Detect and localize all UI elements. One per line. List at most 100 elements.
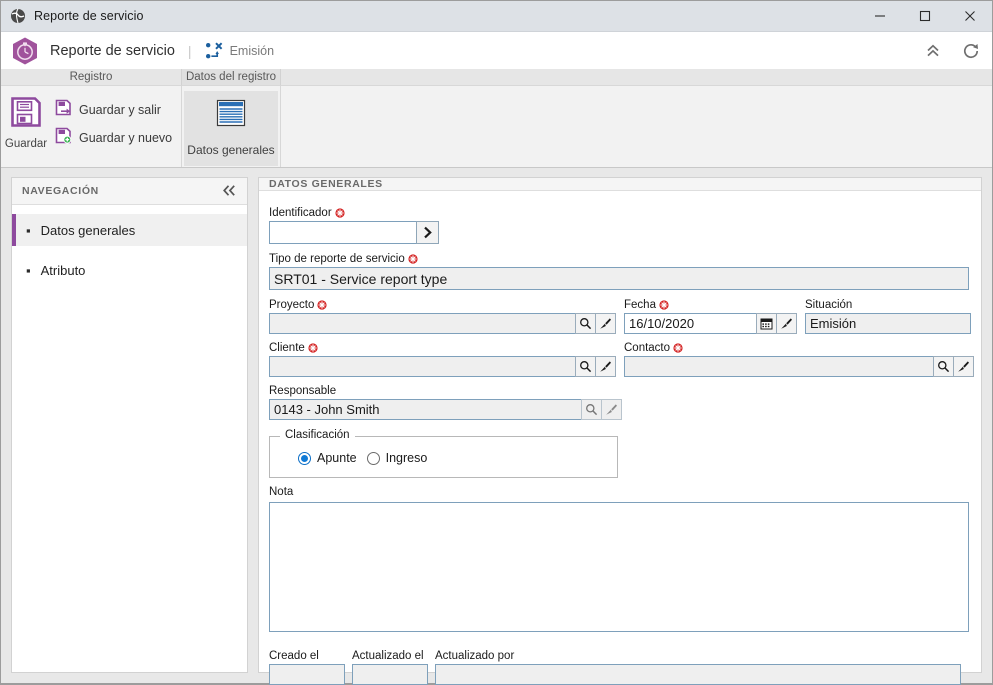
sidebar-item-atributo[interactable]: ▪ Atributo [12,254,247,286]
save-exit-icon [55,99,72,121]
chevrons-left-icon[interactable] [222,184,237,199]
save-new-icon [55,127,72,149]
save-and-new-button[interactable]: Guardar y nuevo [51,126,176,150]
radio-apunte-label: Apunte [317,451,357,465]
ribbon-group-datos-del-registro: Datos del registro Datos generales [182,69,281,167]
clasificacion-radios: Apunte Ingreso [280,451,607,465]
ribbon-toolbar: Registro Guardar Guardar y salir Guardar… [1,69,992,168]
clasificacion-caption: Clasificación [280,429,355,441]
field-nota: Nota [269,486,969,632]
responsable-label: Responsable [269,385,337,397]
actualizado-por-label: Actualizado por [435,650,515,662]
responsable-input[interactable]: 0143 - John Smith [269,399,582,420]
proyecto-search-button[interactable] [575,313,596,334]
cliente-label: Cliente [269,342,305,354]
nota-label-row: Nota [269,486,969,498]
header-separator: | [187,42,192,59]
actualizado-el-input [352,664,428,685]
contacto-clear-button[interactable] [953,356,974,377]
identificador-label: Identificador [269,207,332,219]
cliente-input[interactable] [269,356,576,377]
window-body: NAVEGACIÓN ▪ Datos generales ▪ Atributo [1,168,992,685]
field-actualizado-el: Actualizado el [352,650,428,685]
refresh-icon[interactable] [960,40,982,62]
maximize-button[interactable] [902,1,947,31]
app-title: Reporte de servicio [50,42,175,59]
save-button[interactable]: Guardar [1,91,51,150]
field-actualizado-por: Actualizado por [435,650,961,685]
minimize-button[interactable] [857,1,902,31]
fecha-label-row: Fecha [624,299,797,311]
radio-apunte[interactable]: Apunte [298,451,357,465]
radio-ingreso-circle[interactable] [366,451,380,465]
radio-ingreso-label: Ingreso [385,451,428,465]
bullet-icon: ▪ [26,222,31,238]
calendar-icon[interactable] [756,313,777,334]
fecha-input-row: 16/10/2020 [624,313,797,334]
navigation-panel: NAVEGACIÓN ▪ Datos generales ▪ Atributo [11,177,248,673]
identificador-input[interactable] [269,221,417,244]
application-window: Reporte de servicio Reporte de servicio … [0,0,993,685]
field-identificador: Identificador [269,207,439,244]
navigation-title: NAVEGACIÓN [22,185,99,197]
datos-generales-ribbon-label: Datos generales [187,143,275,157]
save-and-new-label: Guardar y nuevo [79,131,173,145]
proyecto-clear-button[interactable] [595,313,616,334]
navigation-panel-header: NAVEGACIÓN [12,178,247,205]
row-cliente-contacto: Cliente Contacto [269,342,974,377]
field-contacto: Contacto [624,342,974,377]
fecha-clear-button[interactable] [776,313,797,334]
tipo-reporte-input[interactable]: SRT01 - Service report type [269,267,969,290]
tipo-reporte-label-row: Tipo de reporte de servicio [269,253,969,265]
ribbon-group-registro: Registro Guardar Guardar y salir Guardar… [1,69,182,167]
app-header-actions [922,32,982,69]
sidebar-item-datos-generales[interactable]: ▪ Datos generales [12,214,247,246]
identificador-go-button[interactable] [416,221,439,244]
ribbon-group-registro-title: Registro [1,69,182,86]
document-lines-icon [214,99,248,134]
field-creado-el: Creado el [269,650,345,685]
registro-small-buttons: Guardar y salir Guardar y nuevo [51,91,176,150]
proyecto-input[interactable] [269,313,576,334]
contacto-search-button[interactable] [933,356,954,377]
responsable-search-button[interactable] [581,399,602,420]
close-button[interactable] [947,1,992,31]
save-button-label: Guardar [4,138,48,150]
contacto-label-row: Contacto [624,342,974,354]
tipo-reporte-label: Tipo de reporte de servicio [269,253,405,265]
content-panel: DATOS GENERALES Identificador Tipo de re… [258,177,982,685]
situacion-label-row: Situación [805,299,971,311]
field-situacion: Situación Emisión [805,299,971,334]
nota-label: Nota [269,486,294,498]
ribbon-empty-body [281,86,992,167]
identificador-input-row [269,221,439,244]
required-marker-icon [308,343,318,353]
chevrons-up-icon[interactable] [922,40,944,62]
nota-textarea[interactable] [269,502,969,632]
required-marker-icon [659,300,669,310]
identificador-label-row: Identificador [269,207,439,219]
save-and-exit-button[interactable]: Guardar y salir [51,98,176,122]
fecha-label: Fecha [624,299,656,311]
field-proyecto: Proyecto [269,299,616,334]
sidebar-item-atributo-label: Atributo [40,262,86,278]
contacto-input[interactable] [624,356,934,377]
responsable-clear-button[interactable] [601,399,622,420]
cliente-clear-button[interactable] [595,356,616,377]
proyecto-label-row: Proyecto [269,299,616,311]
datos-generales-ribbon-button[interactable]: Datos generales [184,91,278,166]
ribbon-empty-title [281,69,992,86]
fecha-input[interactable]: 16/10/2020 [624,313,757,334]
field-fecha: Fecha 16/10/2020 [624,299,797,334]
workflow-status-label: Emisión [229,43,275,58]
floppy-disk-icon [9,95,43,134]
radio-apunte-circle[interactable] [298,451,311,465]
datos-generales-form: Identificador Tipo de reporte de servici… [259,191,981,685]
clasificacion-group: Clasificación Apunte Ingreso [269,429,618,478]
workflow-icon [205,41,223,60]
app-header: Reporte de servicio | Emisión [1,32,992,69]
cliente-search-button[interactable] [575,356,596,377]
ribbon-group-empty [281,69,992,167]
globe-icon [10,8,26,24]
radio-ingreso[interactable]: Ingreso [366,451,428,465]
